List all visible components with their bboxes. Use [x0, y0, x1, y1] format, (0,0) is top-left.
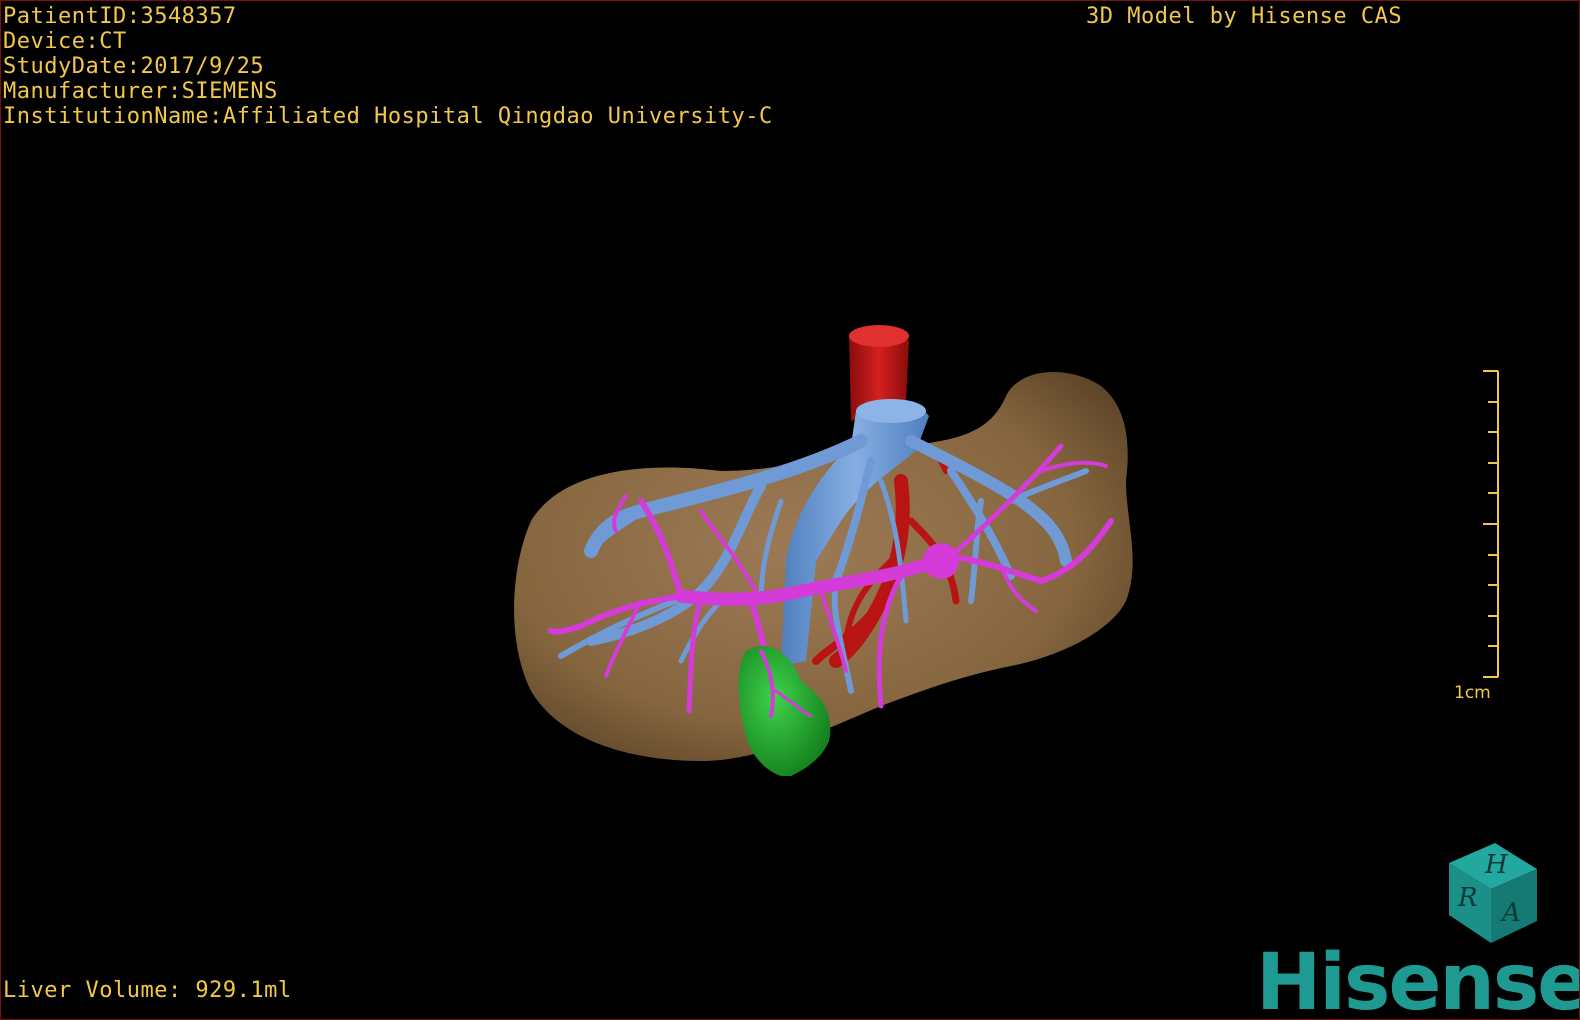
liver-volume: Liver Volume: 929.1ml	[3, 978, 292, 1003]
hisense-logo: Hisense	[1256, 938, 1579, 1019]
orientation-cube[interactable]: H R A	[1449, 843, 1537, 943]
patient-id: PatientID:3548357	[3, 4, 237, 29]
3d-viewport[interactable]: 1cm H R A Hisense PatientID:3548357 Devi…	[0, 0, 1580, 1020]
model-credit: 3D Model by Hisense CAS	[1086, 4, 1403, 29]
study-date: StudyDate:2017/9/25	[3, 54, 265, 79]
portal-confluence	[923, 543, 959, 579]
cube-label-r: R	[1457, 883, 1478, 913]
scale-bar	[1483, 370, 1499, 678]
device: Device:CT	[3, 29, 127, 54]
cube-label-h: H	[1484, 850, 1509, 880]
ivc-lumen	[856, 399, 926, 423]
cube-label-a: A	[1500, 898, 1521, 928]
aorta-lumen	[849, 325, 909, 347]
scale-bar-label: 1cm	[1454, 683, 1491, 703]
patient-info-overlay: PatientID:3548357 Device:CT StudyDate:20…	[3, 4, 773, 129]
institution-name: InstitutionName:Affiliated Hospital Qing…	[3, 104, 773, 129]
3d-liver-model-scene[interactable]: 1cm H R A Hisense	[1, 1, 1579, 1019]
liver-surface	[514, 372, 1133, 761]
manufacturer: Manufacturer:SIEMENS	[3, 79, 278, 104]
